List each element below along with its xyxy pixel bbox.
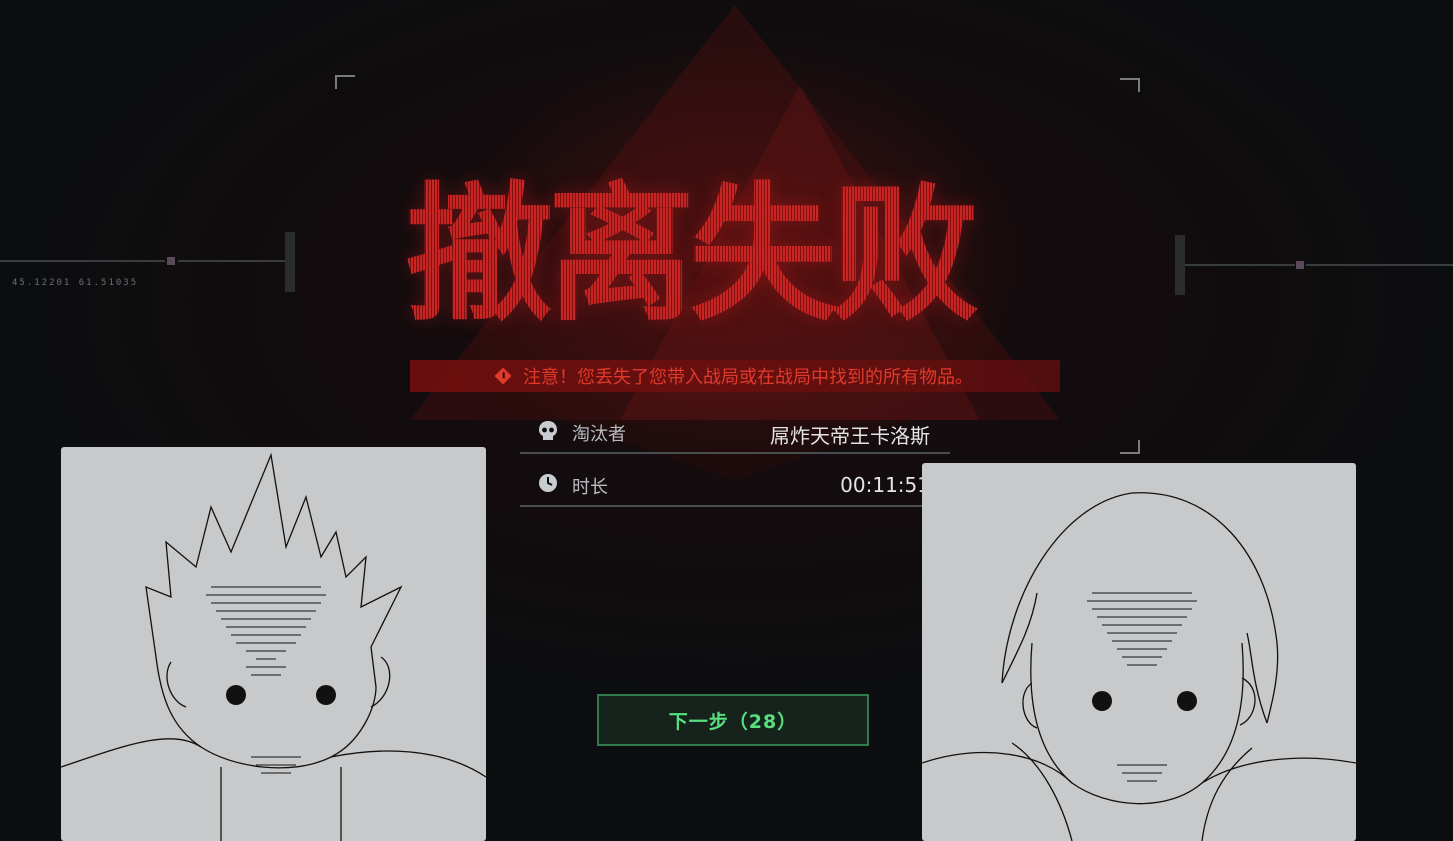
hud-coords: 45.12201 61.51035 bbox=[12, 278, 139, 288]
warning-text: 注意！您丢失了您带入战局或在战局中找到的所有物品。 bbox=[523, 367, 973, 388]
clock-icon bbox=[539, 474, 557, 492]
warning-icon bbox=[494, 367, 512, 385]
page-title: 撤离失败 bbox=[405, 170, 1065, 340]
sketch-drawing bbox=[61, 452, 486, 841]
character-sketch-left bbox=[61, 447, 486, 841]
duration-row: 时长 00:11:51 bbox=[520, 465, 950, 507]
hud-marker bbox=[1296, 261, 1304, 269]
character-sketch-right bbox=[922, 463, 1356, 841]
duration-value: 00:11:51 bbox=[840, 473, 930, 497]
eliminator-row: 淘汰者 屌炸天帝王卡洛斯 bbox=[520, 412, 950, 454]
eliminator-name: 屌炸天帝王卡洛斯 bbox=[770, 424, 930, 448]
duration-label: 时长 bbox=[572, 477, 608, 498]
hud-bar bbox=[285, 232, 295, 292]
hud-line bbox=[0, 260, 165, 262]
sketch-drawing bbox=[922, 492, 1356, 841]
warning-banner: 注意！您丢失了您带入战局或在战局中找到的所有物品。 bbox=[410, 360, 1060, 392]
hud-line bbox=[178, 260, 288, 262]
eliminator-label: 淘汰者 bbox=[572, 424, 626, 445]
hud-bar bbox=[1175, 235, 1185, 295]
next-step-button[interactable]: 下一步（28） bbox=[597, 694, 869, 746]
hud-line bbox=[1185, 264, 1295, 266]
hud-corner bbox=[335, 75, 355, 89]
hud-corner bbox=[1120, 440, 1140, 454]
hud-marker bbox=[167, 257, 175, 265]
hud-line bbox=[1306, 264, 1453, 266]
skull-icon bbox=[539, 421, 557, 440]
hud-corner bbox=[1120, 78, 1140, 92]
